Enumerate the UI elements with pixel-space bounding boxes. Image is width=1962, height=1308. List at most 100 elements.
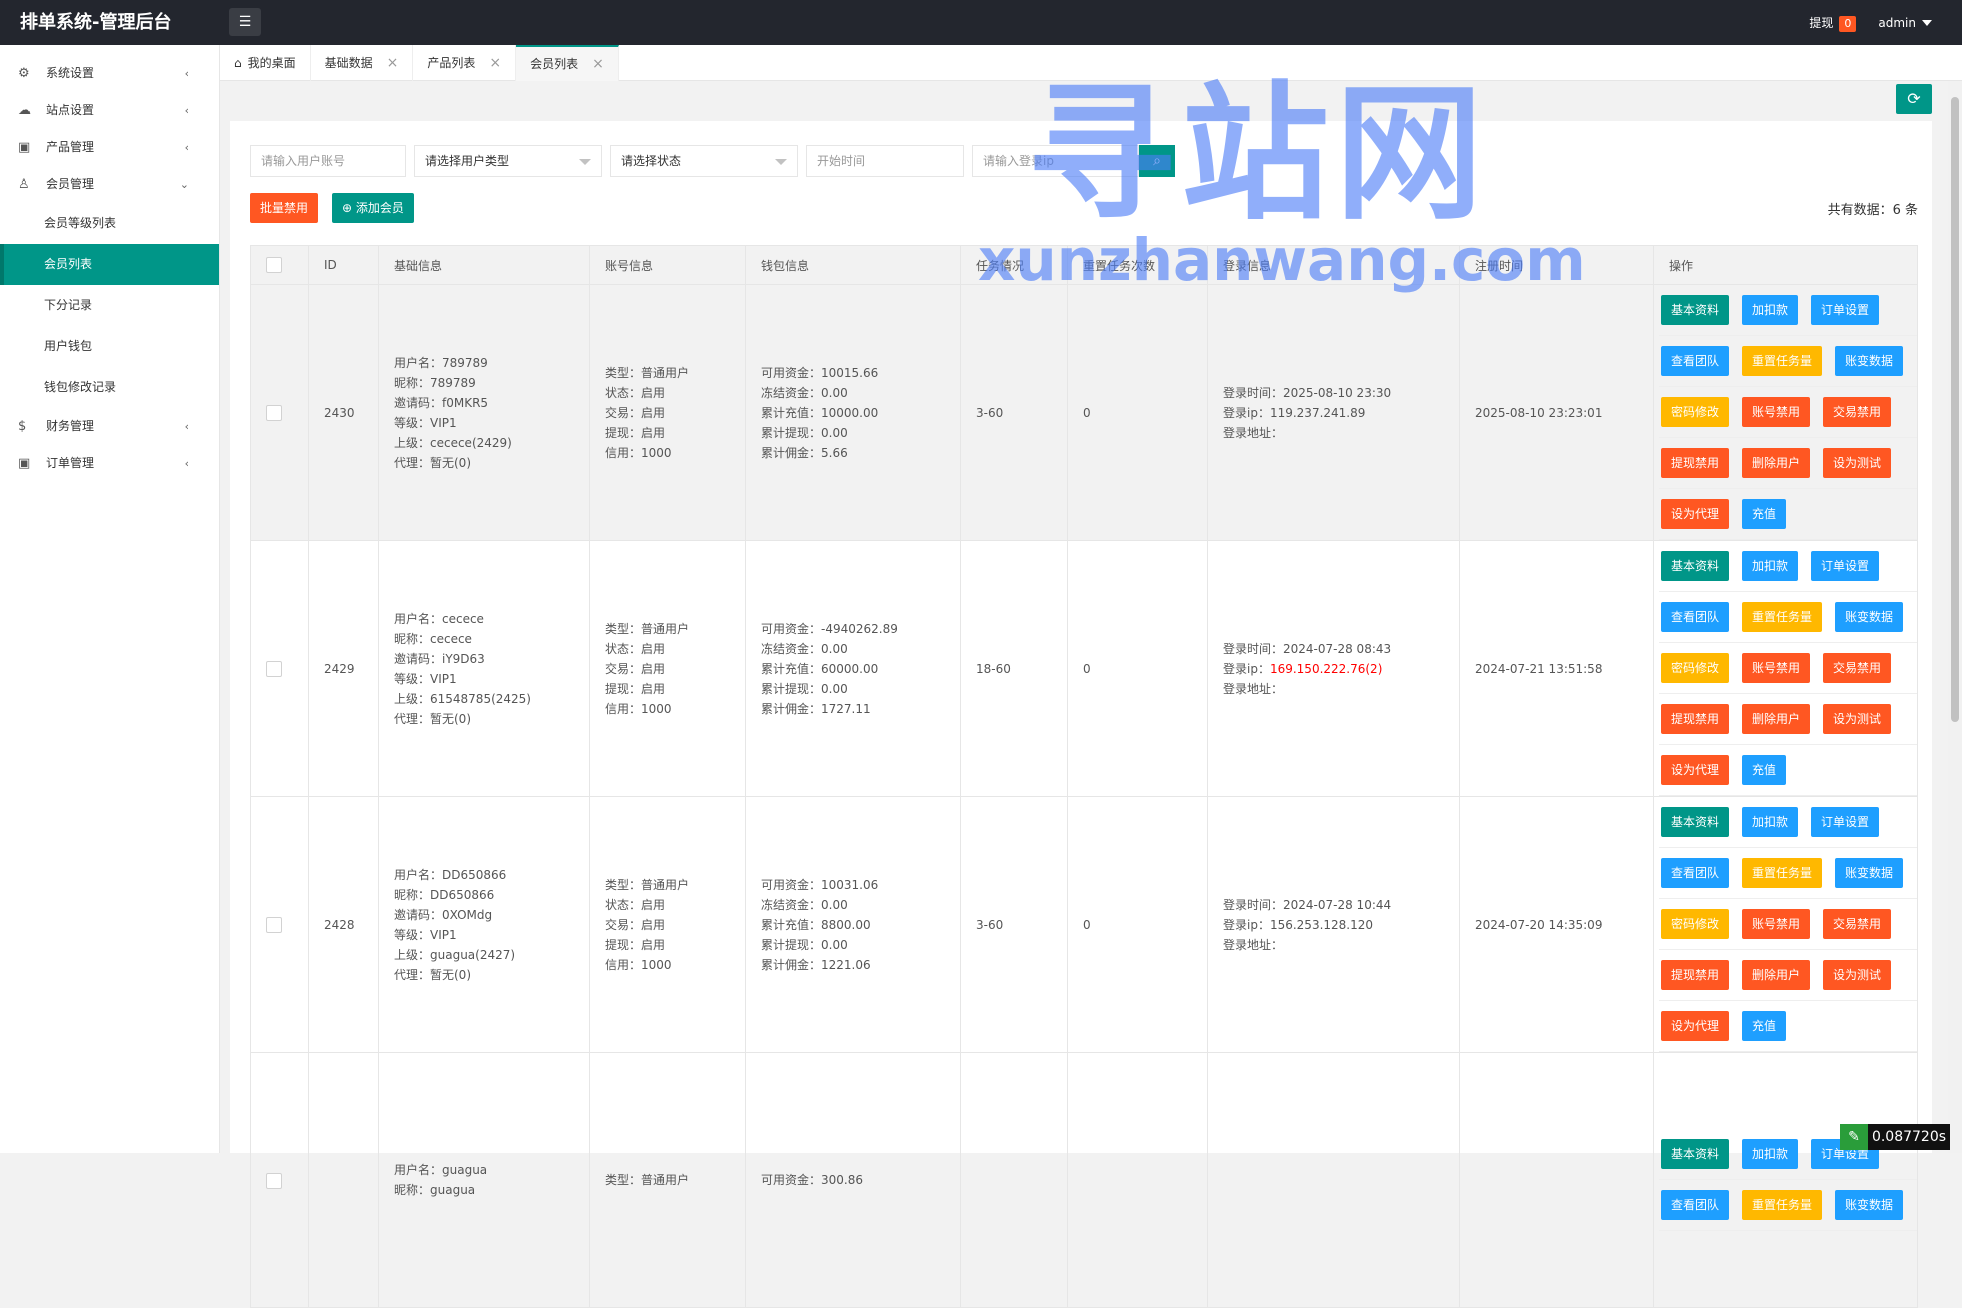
scrollbar-thumb[interactable]	[1951, 97, 1959, 722]
withdraw-notice[interactable]: 提现 0	[1809, 14, 1857, 32]
add-member-button[interactable]: ⊕ 添加会员	[332, 193, 414, 223]
batch-disable-button[interactable]: 批量禁用	[250, 193, 319, 223]
reset-task-button[interactable]: 重置任务量	[1742, 858, 1823, 888]
row-checkbox[interactable]	[266, 1172, 282, 1189]
sidebar-item-product[interactable]: ▣ 产品管理 ‹	[0, 129, 219, 166]
account-line: 信用：1000	[605, 701, 672, 716]
disable-trade-button[interactable]: 交易禁用	[1823, 653, 1892, 683]
close-icon[interactable]: ×	[592, 46, 604, 82]
delete-user-button[interactable]: 删除用户	[1742, 704, 1811, 734]
table-row: 用户名：guagua 昵称：guagua 类型：普通用户 可用资金：300.86 基本资…	[250, 1052, 1918, 1308]
adjust-balance-button[interactable]: 加扣款	[1742, 1139, 1799, 1169]
view-team-button[interactable]: 查看团队	[1661, 346, 1730, 376]
close-icon[interactable]: ×	[489, 45, 501, 81]
order-settings-button[interactable]: 订单设置	[1811, 551, 1880, 581]
sidebar-item-member[interactable]: ♙ 会员管理 ⌄	[0, 166, 219, 203]
box-icon: ▣	[18, 140, 31, 155]
change-password-button[interactable]: 密码修改	[1661, 653, 1730, 683]
set-agent-button[interactable]: 设为代理	[1661, 499, 1730, 529]
order-settings-button[interactable]: 订单设置	[1811, 295, 1880, 325]
delete-user-button[interactable]: 删除用户	[1742, 448, 1811, 478]
disable-withdraw-button[interactable]: 提现禁用	[1661, 448, 1730, 478]
sidebar-sub-wallet[interactable]: 用户钱包	[0, 326, 219, 367]
reset-task-button[interactable]: 重置任务量	[1742, 346, 1823, 376]
basic-info-button[interactable]: 基本资料	[1661, 807, 1730, 837]
recharge-button[interactable]: 充值	[1742, 755, 1787, 785]
tab-desktop[interactable]: ⌂ 我的桌面	[220, 45, 311, 81]
row-checkbox[interactable]	[266, 405, 282, 421]
basic-line: 昵称：cecece	[394, 631, 472, 646]
debug-icon[interactable]: ✎	[1840, 1124, 1868, 1150]
select-cell	[250, 796, 309, 1053]
set-agent-button[interactable]: 设为代理	[1661, 1011, 1730, 1041]
set-test-button[interactable]: 设为测试	[1823, 448, 1892, 478]
wallet-line: 累计充值：10000.00	[761, 405, 879, 420]
row-checkbox[interactable]	[266, 661, 282, 677]
change-password-button[interactable]: 密码修改	[1661, 909, 1730, 939]
search-button[interactable]: ⌕	[1139, 145, 1175, 177]
user-menu[interactable]: admin	[1878, 16, 1932, 30]
tab-product-list[interactable]: 产品列表 ×	[413, 45, 517, 81]
set-test-button[interactable]: 设为测试	[1823, 704, 1892, 734]
wallet-line: 累计充值：8800.00	[761, 917, 871, 932]
view-team-button[interactable]: 查看团队	[1661, 1190, 1730, 1220]
balance-log-button[interactable]: 账变数据	[1835, 1190, 1904, 1220]
balance-log-button[interactable]: 账变数据	[1835, 858, 1904, 888]
op-button-row: 密码修改 账号禁用 交易禁用	[1659, 387, 1917, 438]
adjust-balance-button[interactable]: 加扣款	[1742, 807, 1799, 837]
account-line: 类型：普通用户	[605, 877, 690, 892]
disable-withdraw-button[interactable]: 提现禁用	[1661, 960, 1730, 990]
account-input[interactable]: 请输入用户账号	[250, 145, 406, 177]
op-button-row: 密码修改 账号禁用 交易禁用	[1659, 643, 1917, 694]
select-all-checkbox[interactable]	[266, 257, 282, 273]
sidebar-item-finance[interactable]: $ 财务管理 ‹	[0, 408, 219, 445]
delete-user-button[interactable]: 删除用户	[1742, 960, 1811, 990]
recharge-button[interactable]: 充值	[1742, 1011, 1787, 1041]
sidebar-item-system[interactable]: ⚙ 系统设置 ‹	[0, 55, 219, 92]
disable-trade-button[interactable]: 交易禁用	[1823, 397, 1892, 427]
col-header: 操作	[1653, 245, 1918, 285]
row-checkbox[interactable]	[266, 917, 282, 933]
disable-account-button[interactable]: 账号禁用	[1742, 909, 1811, 939]
op-button-row: 基本资料 加扣款 订单设置	[1659, 797, 1917, 848]
sidebar-sub-member-list[interactable]: 会员列表	[0, 244, 219, 285]
disable-account-button[interactable]: 账号禁用	[1742, 653, 1811, 683]
refresh-button[interactable]: ⟳	[1896, 84, 1932, 114]
close-icon[interactable]: ×	[387, 45, 399, 81]
adjust-balance-button[interactable]: 加扣款	[1742, 551, 1799, 581]
status-select[interactable]: 请选择状态	[610, 145, 798, 177]
login-ip-input[interactable]: 请输入登录ip	[972, 145, 1139, 177]
set-test-button[interactable]: 设为测试	[1823, 960, 1892, 990]
tab-basic-data[interactable]: 基础数据 ×	[311, 45, 414, 81]
basic-info-button[interactable]: 基本资料	[1661, 551, 1730, 581]
view-team-button[interactable]: 查看团队	[1661, 602, 1730, 632]
adjust-balance-button[interactable]: 加扣款	[1742, 295, 1799, 325]
basic-info-button[interactable]: 基本资料	[1661, 295, 1730, 325]
sidebar-item-order[interactable]: ▣ 订单管理 ‹	[0, 445, 219, 482]
account-line: 状态：启用	[605, 641, 666, 656]
disable-account-button[interactable]: 账号禁用	[1742, 397, 1811, 427]
balance-log-button[interactable]: 账变数据	[1835, 602, 1904, 632]
disable-trade-button[interactable]: 交易禁用	[1823, 909, 1892, 939]
sidebar-sub-downscore[interactable]: 下分记录	[0, 285, 219, 326]
start-time-input[interactable]: 开始时间	[806, 145, 964, 177]
sidebar-sub-wallet-log[interactable]: 钱包修改记录	[0, 367, 219, 408]
view-team-button[interactable]: 查看团队	[1661, 858, 1730, 888]
tab-member-list[interactable]: 会员列表 ×	[516, 45, 619, 81]
login-ip: 156.253.128.120	[1269, 917, 1374, 932]
order-settings-button[interactable]: 订单设置	[1811, 807, 1880, 837]
col-header: ID	[308, 245, 379, 285]
hamburger-icon[interactable]: ☰	[229, 8, 261, 36]
balance-log-button[interactable]: 账变数据	[1835, 346, 1904, 376]
sidebar-item-site[interactable]: ☁ 站点设置 ‹	[0, 92, 219, 129]
reset-task-button[interactable]: 重置任务量	[1742, 1190, 1823, 1220]
reset-task-button[interactable]: 重置任务量	[1742, 602, 1823, 632]
user-type-select[interactable]: 请选择用户类型	[414, 145, 602, 177]
basic-info-button[interactable]: 基本资料	[1661, 1139, 1730, 1169]
sidebar-sub-member-level[interactable]: 会员等级列表	[0, 203, 219, 244]
recharge-button[interactable]: 充值	[1742, 499, 1787, 529]
set-agent-button[interactable]: 设为代理	[1661, 755, 1730, 785]
disable-withdraw-button[interactable]: 提现禁用	[1661, 704, 1730, 734]
scrollbar[interactable]	[1948, 81, 1962, 1153]
change-password-button[interactable]: 密码修改	[1661, 397, 1730, 427]
